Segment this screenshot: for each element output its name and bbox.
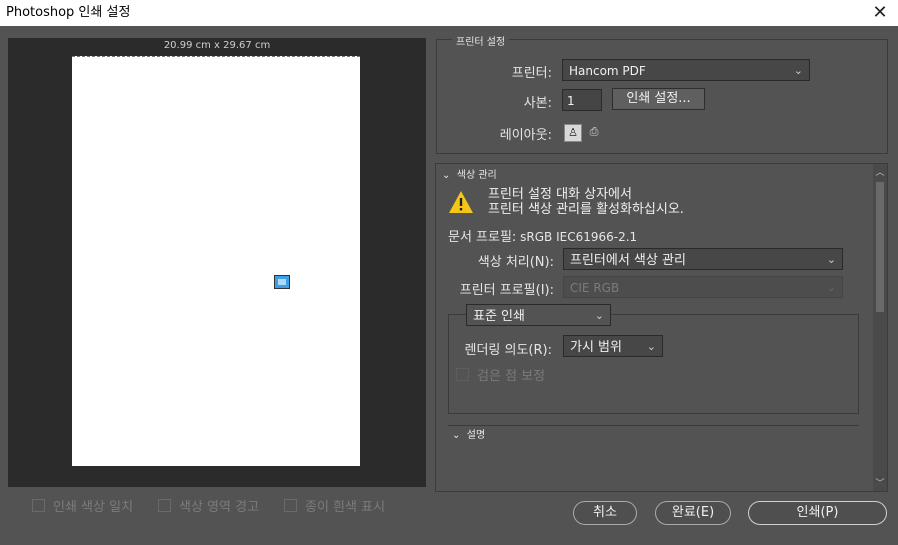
- image-placement-icon[interactable]: [274, 275, 290, 289]
- checkbox-box[interactable]: [32, 499, 45, 512]
- color-handling-value: 프린터에서 색상 관리: [570, 253, 686, 268]
- layout-label: 레이아웃:: [499, 128, 552, 143]
- printer-profile-value: CIE RGB: [570, 281, 620, 295]
- printer-select-value: Hancom PDF: [569, 64, 646, 78]
- chevron-down-icon: ⌄: [793, 64, 803, 77]
- chevron-down-icon: ⌄: [594, 309, 604, 322]
- preview-paper: [72, 56, 360, 466]
- chevron-down-icon: ⌄: [646, 340, 656, 353]
- section-divider: [448, 425, 859, 426]
- scroll-up-icon[interactable]: ︿: [873, 165, 887, 178]
- copies-input[interactable]: 1: [562, 89, 602, 111]
- color-management-header[interactable]: ⌄ 색상 관리: [442, 166, 497, 181]
- printer-select[interactable]: Hancom PDF ⌄: [562, 59, 810, 81]
- chevron-down-icon: ⌄: [442, 170, 451, 181]
- warning-text-line1: 프린터 설정 대화 상자에서: [488, 187, 632, 202]
- copies-label: 사본:: [523, 96, 552, 111]
- chevron-down-icon: ⌄: [452, 430, 461, 441]
- settings-scroll-panel: ⌄ 색상 관리 프린터 설정 대화 상자에서 프린터 색상 관리를 활성화하십시…: [435, 163, 888, 492]
- show-paper-white-checkbox[interactable]: 종이 흰색 표시: [284, 496, 385, 515]
- color-handling-select[interactable]: 프린터에서 색상 관리 ⌄: [563, 248, 843, 270]
- gamut-warning-checkbox[interactable]: 색상 영역 경고: [158, 496, 259, 515]
- landscape-layout-icon[interactable]: ⎙: [586, 124, 602, 140]
- checkbox-box[interactable]: [284, 499, 297, 512]
- scrollbar[interactable]: ︿ ﹀: [873, 164, 887, 491]
- print-mode-select[interactable]: 표준 인쇄 ⌄: [466, 304, 611, 326]
- close-icon[interactable]: ✕: [870, 0, 890, 26]
- chevron-down-icon: ⌄: [826, 281, 836, 294]
- cancel-button[interactable]: 취소: [573, 501, 637, 525]
- print-mode-group: [448, 314, 859, 414]
- checkbox-label: 인쇄 색상 일치: [53, 500, 134, 515]
- match-print-colors-checkbox[interactable]: 인쇄 색상 일치: [32, 496, 133, 515]
- printer-label: 프린터:: [511, 66, 552, 81]
- document-profile: 문서 프로필: sRGB IEC61966-2.1: [448, 226, 637, 245]
- print-preview: 20.99 cm x 29.67 cm: [8, 38, 426, 487]
- document-profile-value: sRGB IEC61966-2.1: [520, 230, 638, 244]
- done-button[interactable]: 완료(E): [655, 501, 731, 525]
- rendering-intent-select[interactable]: 가시 범위 ⌄: [563, 335, 663, 357]
- warning-icon: [449, 191, 473, 213]
- print-mode-value: 표준 인쇄: [473, 309, 525, 324]
- page-dimensions: 20.99 cm x 29.67 cm: [163, 40, 271, 51]
- print-settings-button[interactable]: 인쇄 설정...: [612, 88, 705, 110]
- window-title: Photoshop 인쇄 설정: [6, 5, 131, 20]
- checkbox-box[interactable]: [158, 499, 171, 512]
- scroll-down-icon[interactable]: ﹀: [873, 476, 887, 489]
- scrollbar-thumb[interactable]: [876, 182, 884, 312]
- checkbox-box[interactable]: [456, 368, 469, 381]
- portrait-layout-icon[interactable]: ♙: [564, 124, 582, 142]
- chevron-down-icon: ⌄: [826, 253, 836, 266]
- checkbox-label: 색상 영역 경고: [179, 500, 260, 515]
- description-title: 설명: [466, 430, 486, 441]
- title-bar: Photoshop 인쇄 설정 ✕: [0, 0, 898, 26]
- checkbox-label: 종이 흰색 표시: [305, 500, 386, 515]
- description-header[interactable]: ⌄ 설명: [452, 426, 485, 441]
- printer-profile-label: 프린터 프로필(I):: [459, 283, 554, 298]
- print-button[interactable]: 인쇄(P): [748, 501, 887, 525]
- black-point-label: 검은 점 보정: [477, 369, 546, 384]
- color-handling-label: 색상 처리(N):: [477, 255, 554, 270]
- rendering-intent-value: 가시 범위: [570, 340, 622, 355]
- printer-setup-legend: 프린터 설정: [452, 33, 510, 48]
- document-profile-label: 문서 프로필:: [448, 230, 517, 245]
- color-management-title: 색상 관리: [456, 170, 497, 181]
- warning-text-line2: 프린터 색상 관리를 활성화하십시오.: [488, 202, 684, 217]
- rendering-intent-label: 렌더링 의도(R):: [464, 343, 553, 358]
- printer-profile-select[interactable]: CIE RGB ⌄: [563, 276, 843, 298]
- black-point-compensation-checkbox[interactable]: 검은 점 보정: [456, 365, 545, 384]
